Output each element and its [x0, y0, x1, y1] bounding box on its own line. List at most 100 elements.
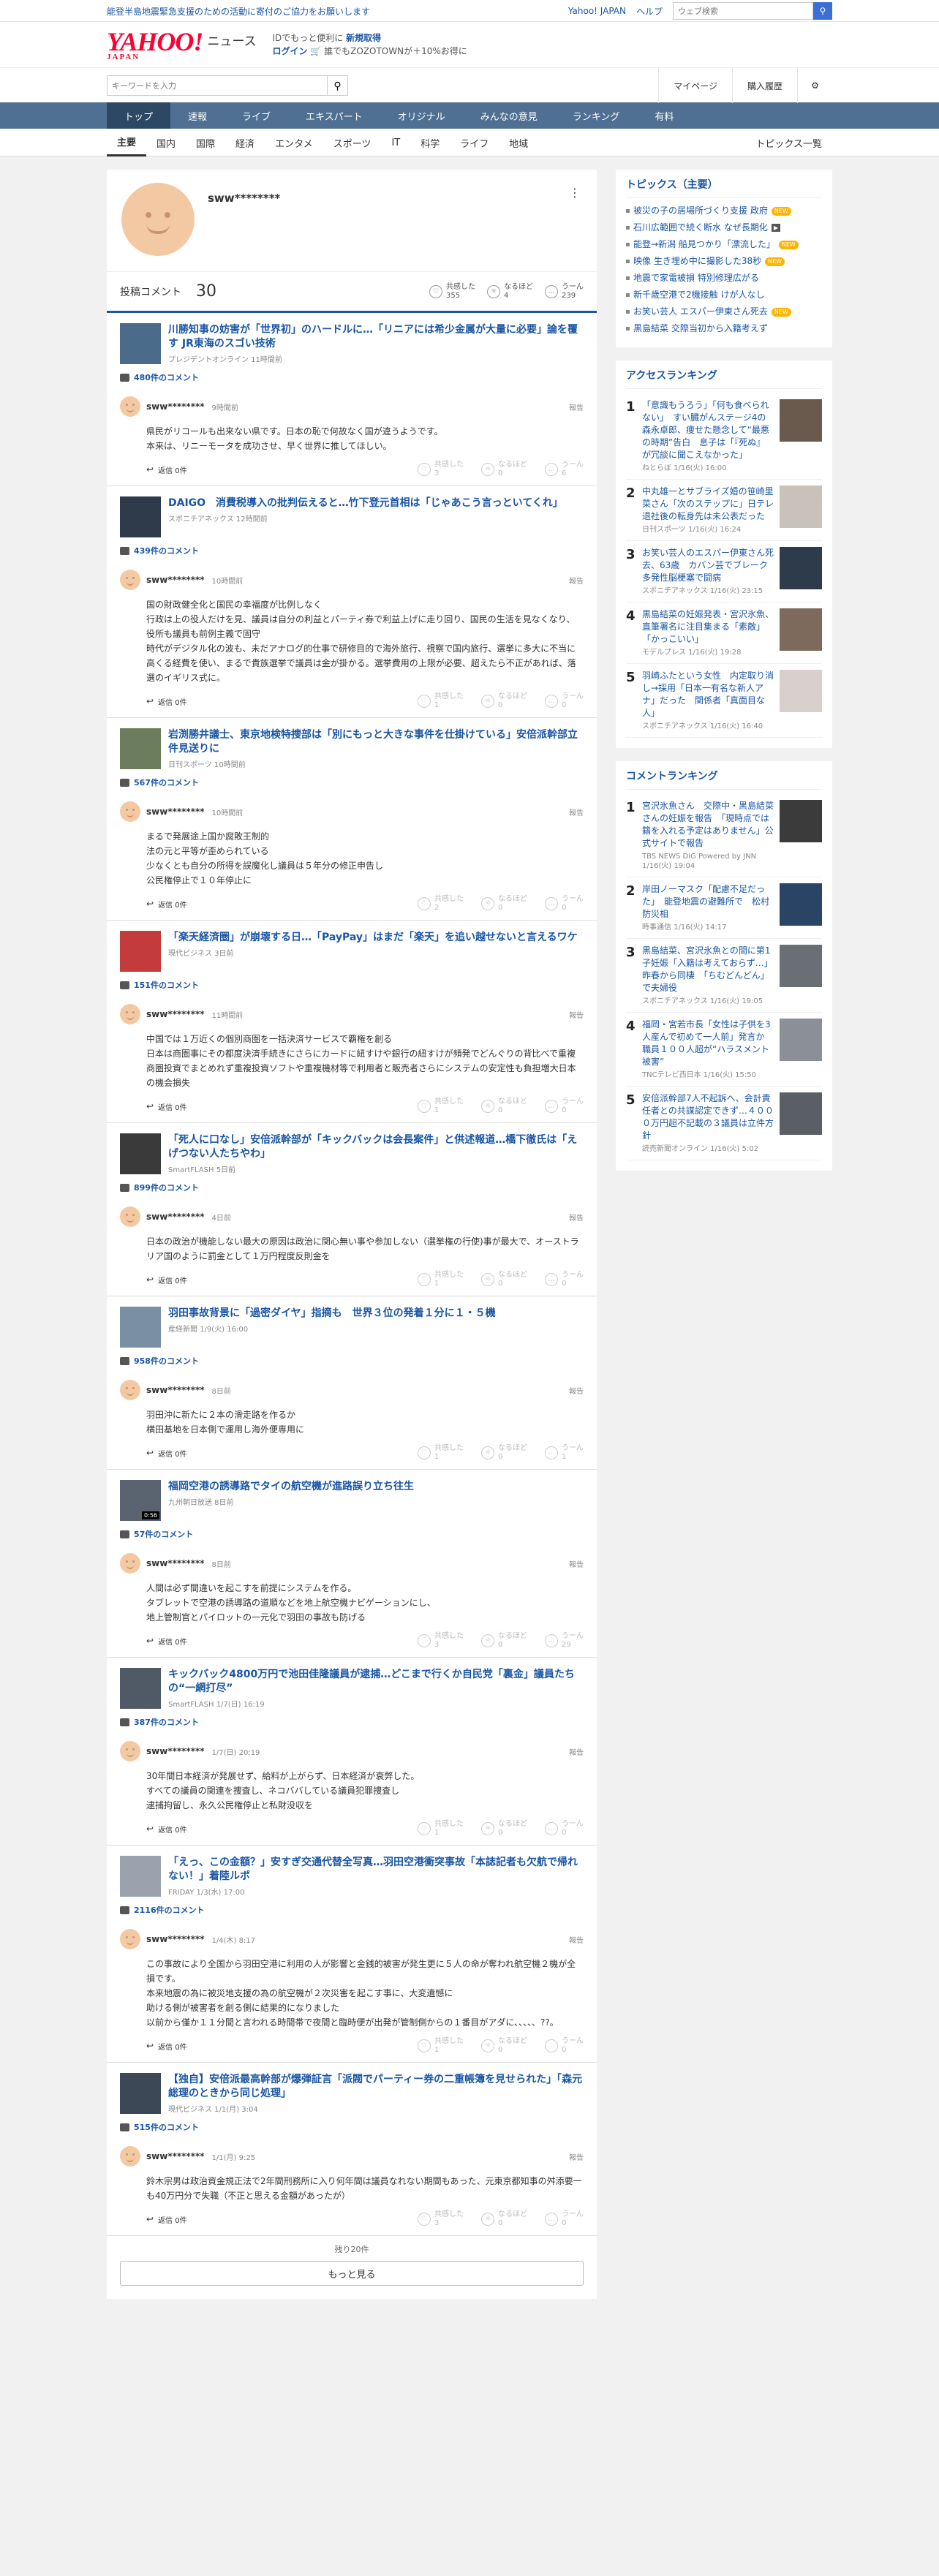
ranking-title[interactable]: 「意識もうろう」「何も食べられない」 すい臓がんステージ4の森永卓郎、痩せた懸念… [642, 399, 774, 461]
article-thumbnail[interactable] [120, 496, 161, 537]
lightbulb-reaction-button[interactable]: ☼ なるほど 0 [481, 1632, 527, 1650]
article-link[interactable]: 「えっ、この金額？」安すぎ交通代替全写真…羽田空港衝突事故「本誌記者も欠航で帰れ… [107, 1846, 597, 1897]
cat-life[interactable]: ライフ [450, 129, 499, 156]
article-link[interactable]: 羽田事故背景に「過密ダイヤ」指摘も 世界３位の発着１分に１・５機 産経新聞 1/9… [107, 1296, 597, 1348]
comment-username[interactable]: sww******** [146, 2151, 205, 2161]
reply-button[interactable]: ↩ 返信 0件 [146, 1101, 187, 1112]
hmm-reaction-button[interactable]: … うーん 29 [545, 1632, 584, 1650]
ranking-title[interactable]: 黒島結菜の妊娠発表・宮沢氷魚、直筆署名に注目集まる「素敵」「かっこいい」 [642, 608, 774, 646]
gnav-live[interactable]: ライブ [225, 102, 288, 129]
ranking-item[interactable]: 1 宮沢氷魚さん 交際中・黒島結菜さんの妊娠を報告 「現時点では籍を入れる予定はあ… [626, 794, 822, 877]
article-thumbnail[interactable] [120, 1307, 161, 1348]
ranking-item[interactable]: 3 お笑い芸人のエスパー伊東さん死去、63歳 カバン芸でブレーク 多発性脳梗塞で闘… [626, 541, 822, 603]
article-thumbnail[interactable] [120, 1668, 161, 1709]
ranking-item[interactable]: 2 岸田ノーマスク「配慮不足だった」 能登地震の避難所で 松村防災相 時事通信 1/… [626, 877, 822, 939]
topics-list-link[interactable]: トピックス一覧 [745, 129, 832, 156]
report-link[interactable]: 報告 [569, 1385, 584, 1396]
empathy-reaction-button[interactable]: ♡ 共感した 1 [418, 1444, 464, 1462]
article-link[interactable]: 0:56 福岡空港の誘導路でタイの航空機が進路誤り立ち往生 九州朝日放送 8日前 [107, 1470, 597, 1521]
article-link[interactable]: 「楽天経済圏」が崩壊する日…「PayPay」はまだ「楽天」を追い越せないと言える… [107, 921, 597, 972]
article-link[interactable]: 「死人に口なし」安倍派幹部が「キックバックは会長案件」と供述報道…橋下徹氏は「え… [107, 1123, 597, 1174]
mypage-link[interactable]: マイページ [658, 68, 732, 103]
ranking-title[interactable]: 羽崎ふたという女性 内定取り消し→採用「日本一有名な新人アナ」だった 関係者「真… [642, 670, 774, 719]
comment-username[interactable]: sww******** [146, 401, 205, 412]
hmm-reaction-button[interactable]: … うーん 0 [545, 895, 584, 913]
article-link[interactable]: DAIGO 消費税導入の批判伝えると…竹下登元首相は「じゃあこう言っといてくれ」… [107, 486, 597, 537]
empathy-reaction-button[interactable]: ♡ 共感した 3 [418, 1632, 464, 1650]
article-title[interactable]: 福岡空港の誘導路でタイの航空機が進路誤り立ち往生 [168, 1480, 414, 1494]
lightbulb-reaction-button[interactable]: ☼ なるほど 0 [481, 1098, 527, 1115]
hmm-reaction-button[interactable]: … うーん 0 [545, 1271, 584, 1288]
comment-username[interactable]: sww******** [146, 1746, 205, 1756]
cat-sports[interactable]: スポーツ [323, 129, 382, 156]
article-thumbnail[interactable]: 0:56 [120, 1480, 161, 1521]
lightbulb-reaction-button[interactable]: ☼ なるほど 0 [481, 461, 527, 478]
lightbulb-reaction-button[interactable]: ☼ なるほど 0 [481, 1820, 527, 1837]
article-title[interactable]: キックバック4800万円で池田佳隆議員が逮捕…どこまで行くか自民党「裏金」議員た… [168, 1668, 584, 1696]
cat-domestic[interactable]: 国内 [146, 129, 186, 156]
topic-item[interactable]: 石川広範囲で続く断水 なぜ長期化 ▶ [626, 219, 822, 236]
login-link[interactable]: ログイン [273, 46, 308, 56]
ranking-item[interactable]: 3 黒島結菜、宮沢氷魚との間に第1子妊娠「入籍は考えておらず…」昨春から同棲 「ち… [626, 939, 822, 1013]
keyword-input[interactable] [107, 75, 328, 96]
settings-button[interactable]: ⚙ [797, 68, 832, 103]
yahoo-logo[interactable]: YAHOO! JAPAN [107, 29, 203, 61]
load-more-button[interactable]: もっと見る [120, 2261, 584, 2286]
lightbulb-reaction-button[interactable]: ☼ なるほど 0 [481, 1444, 527, 1462]
report-link[interactable]: 報告 [569, 401, 584, 412]
lightbulb-reaction-button[interactable]: ☼ なるほど 0 [481, 2037, 527, 2055]
ranking-thumbnail[interactable] [780, 883, 822, 926]
report-link[interactable]: 報告 [569, 1009, 584, 1020]
ranking-title[interactable]: お笑い芸人のエスパー伊東さん死去、63歳 カバン芸でブレーク 多発性脳梗塞で闘病 [642, 547, 777, 584]
article-title[interactable]: 【独自】安倍派最高幹部が爆弾証言「派閥でパーティー券の二重帳簿を見せられた」「森… [168, 2073, 584, 2101]
comment-count-link[interactable]: 515件のコメント [107, 2114, 597, 2140]
reply-button[interactable]: ↩ 返信 0件 [146, 696, 187, 707]
ranking-item[interactable]: 5 安倍派幹部7人不起訴へ、会計責任者との共謀認定できず…４０００万円超不記載の３… [626, 1087, 822, 1160]
article-title[interactable]: 「死人に口なし」安倍派幹部が「キックバックは会長案件」と供述報道…橋下徹氏は「え… [168, 1133, 584, 1161]
report-link[interactable]: 報告 [569, 575, 584, 586]
reply-button[interactable]: ↩ 返信 0件 [146, 1636, 187, 1647]
article-title[interactable]: 羽田事故背景に「過密ダイヤ」指摘も 世界３位の発着１分に１・５機 [168, 1307, 496, 1321]
empathy-reaction-button[interactable]: ♡ 共感した 3 [418, 2210, 464, 2228]
lightbulb-reaction-button[interactable]: ☼ なるほど 0 [481, 692, 527, 710]
topic-item[interactable]: 地震で家電被損 特別修理広がる [626, 270, 822, 287]
comment-count-link[interactable]: 480件のコメント [107, 364, 597, 390]
comment-username[interactable]: sww******** [146, 1934, 205, 1944]
reply-button[interactable]: ↩ 返信 0件 [146, 899, 187, 910]
hmm-reaction-button[interactable]: … うーん 1 [545, 1444, 584, 1462]
ranking-item[interactable]: 2 中丸雄一とサブライズ婚の笹崎里菜さん「次のステップに」日テレ退社後の転身先は未… [626, 480, 822, 541]
article-thumbnail[interactable] [120, 1133, 161, 1174]
empathy-reaction-button[interactable]: ♡ 共感した 1 [418, 2037, 464, 2055]
article-title[interactable]: 川勝知事の妨害が「世界初」のハードルに…「リニアには希少金属が大量に必要」論を覆… [168, 323, 584, 351]
ranking-thumbnail[interactable] [780, 608, 822, 651]
ranking-thumbnail[interactable] [780, 399, 822, 442]
comment-count-link[interactable]: 151件のコメント [107, 972, 597, 998]
topic-item[interactable]: 被災の子の居場所づくり支援 政府 NEW [626, 203, 822, 219]
ranking-title[interactable]: 中丸雄一とサブライズ婚の笹崎里菜さん「次のステップに」日テレ退社後の転身先は未公… [642, 486, 774, 523]
empathy-reaction-button[interactable]: ♡ 共感した 1 [418, 1098, 464, 1115]
comment-username[interactable]: sww******** [146, 1009, 205, 1019]
article-thumbnail[interactable] [120, 728, 161, 769]
ranking-thumbnail[interactable] [780, 1092, 822, 1135]
web-search-button[interactable]: ⚲ [813, 2, 832, 20]
report-link[interactable]: 報告 [569, 2151, 584, 2162]
reply-button[interactable]: ↩ 返信 0件 [146, 1448, 187, 1459]
ranking-title[interactable]: 安倍派幹部7人不起訴へ、会計責任者との共謀認定できず…４０００万円超不記載の３議… [642, 1092, 774, 1142]
ranking-thumbnail[interactable] [780, 800, 822, 842]
gnav-breaking[interactable]: 速報 [170, 102, 225, 129]
reply-button[interactable]: ↩ 返信 0件 [146, 464, 187, 475]
lightbulb-reaction-button[interactable]: ☼ なるほど 0 [481, 1271, 527, 1288]
report-link[interactable]: 報告 [569, 1934, 584, 1945]
cat-it[interactable]: IT [381, 129, 410, 156]
comment-username[interactable]: sww******** [146, 1212, 205, 1222]
topic-item[interactable]: 映像 生き埋め中に撮影した38秒 NEW [626, 253, 822, 270]
empathy-reaction-button[interactable]: ♡ 共感した 1 [418, 692, 464, 710]
article-title[interactable]: 岩渕勝井議士、東京地検特捜部は「別にもっと大きな事件を仕掛けている」安倍派幹部立… [168, 728, 584, 756]
reply-button[interactable]: ↩ 返信 0件 [146, 2041, 187, 2052]
hmm-reaction-button[interactable]: … うーん 0 [545, 1098, 584, 1115]
comment-count-link[interactable]: 439件のコメント [107, 537, 597, 564]
lightbulb-reaction-button[interactable]: ☼ なるほど 0 [481, 895, 527, 913]
yahoo-japan-link[interactable]: Yahoo! JAPAN [568, 6, 626, 16]
ranking-title[interactable]: 宮沢氷魚さん 交際中・黒島結菜さんの妊娠を報告 「現時点では籍を入れる予定はあり… [642, 800, 774, 850]
keyword-search-button[interactable]: ⚲ [328, 75, 348, 96]
